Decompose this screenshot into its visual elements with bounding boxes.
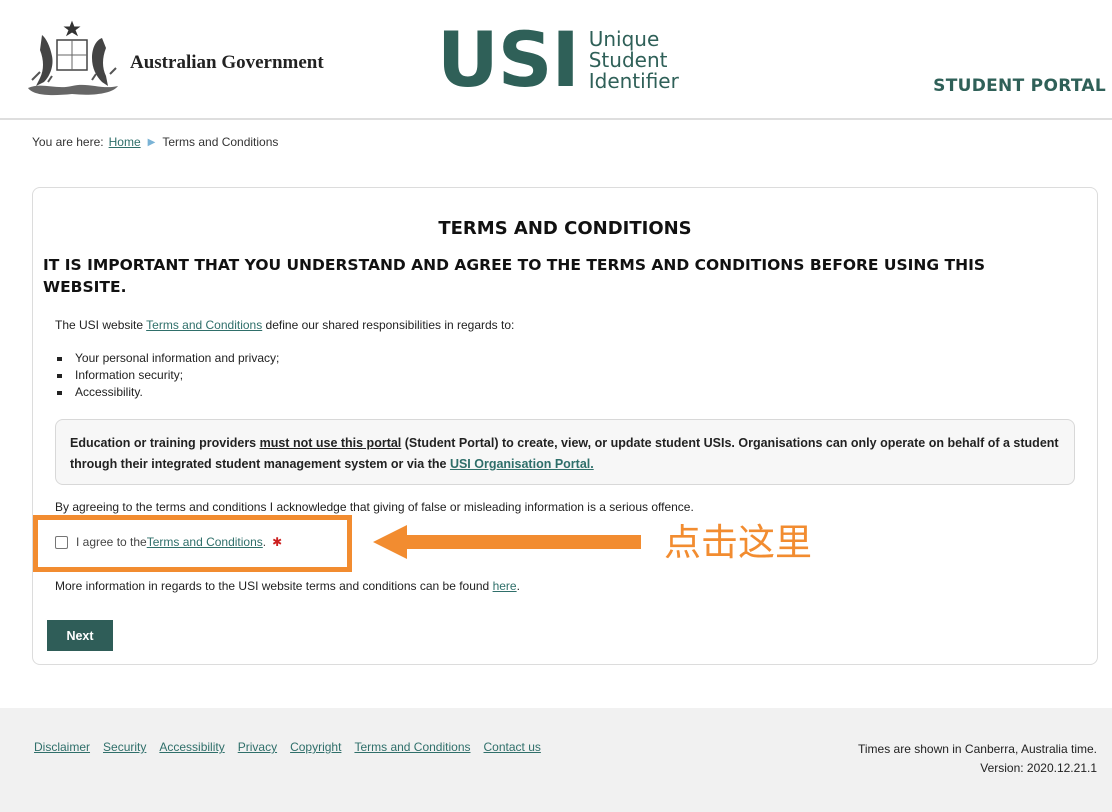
footer-link-accessibility[interactable]: Accessibility [159, 740, 224, 754]
usi-subtitle-line: Identifier [588, 68, 679, 93]
list-item: Accessibility. [55, 384, 279, 401]
chevron-right-icon: ▶ [147, 136, 156, 148]
intro-suffix: define our shared responsibilities in re… [262, 318, 515, 332]
usi-logo[interactable]: USI Unique Student Identifier [437, 22, 679, 98]
site-header: Australian Government USI Unique Student… [0, 0, 1112, 120]
responsibility-list: Your personal information and privacy; I… [55, 350, 279, 401]
annotation-label: 点击这里 [664, 521, 812, 564]
next-button[interactable]: Next [47, 620, 113, 651]
breadcrumb-prefix: You are here: [32, 135, 104, 149]
footer-link-security[interactable]: Security [103, 740, 146, 754]
usi-subtitle-line: Student [588, 47, 668, 72]
footer-link-disclaimer[interactable]: Disclaimer [34, 740, 90, 754]
time-note: Times are shown in Canberra, Australia t… [858, 742, 1097, 756]
government-name: Australian Government [130, 52, 324, 73]
list-item: Information security; [55, 367, 279, 384]
footer-info: Times are shown in Canberra, Australia t… [858, 740, 1097, 778]
usi-logo-subtitle: Unique Student Identifier [588, 26, 679, 93]
usi-logo-letters: USI [437, 15, 580, 104]
provider-notice: Education or training providers must not… [55, 419, 1075, 485]
site-footer: Disclaimer Security Accessibility Privac… [0, 708, 1112, 812]
breadcrumb-home-link[interactable]: Home [109, 135, 141, 149]
footer-link-terms[interactable]: Terms and Conditions [354, 740, 470, 754]
footer-link-copyright[interactable]: Copyright [290, 740, 341, 754]
more-info-prefix: More information in regards to the USI w… [55, 579, 493, 593]
more-info-text: More information in regards to the USI w… [55, 579, 520, 593]
breadcrumb: You are here: Home ▶ Terms and Condition… [32, 135, 278, 149]
notice-emphasis: must not use this portal [259, 436, 402, 450]
australian-government-logo[interactable]: Australian Government [22, 20, 324, 100]
usi-subtitle-line: Unique [588, 26, 660, 51]
more-info-link[interactable]: here [493, 579, 517, 593]
intro-text: The USI website Terms and Conditions def… [55, 318, 514, 332]
organisation-portal-link[interactable]: USI Organisation Portal. [450, 457, 594, 471]
footer-link-contact[interactable]: Contact us [484, 740, 541, 754]
left-arrow-icon [373, 525, 641, 559]
warning-heading: IT IS IMPORTANT THAT YOU UNDERSTAND AND … [43, 256, 986, 296]
footer-links: Disclaimer Security Accessibility Privac… [34, 740, 541, 754]
highlight-box [33, 515, 352, 572]
acknowledgement-text: By agreeing to the terms and conditions … [55, 500, 694, 514]
page-title: TERMS AND CONDITIONS [438, 218, 692, 239]
terms-link[interactable]: Terms and Conditions [146, 318, 262, 332]
coat-of-arms-icon [28, 20, 118, 96]
more-info-suffix: . [516, 579, 520, 593]
intro-prefix: The USI website [55, 318, 147, 332]
notice-prefix: Education or training providers [70, 436, 260, 450]
version-label: Version: 2020.12.21.1 [980, 761, 1097, 775]
portal-label: STUDENT PORTAL [933, 76, 1106, 96]
footer-link-privacy[interactable]: Privacy [238, 740, 277, 754]
breadcrumb-current: Terms and Conditions [162, 135, 279, 149]
terms-card: TERMS AND CONDITIONS IT IS IMPORTANT THA… [32, 187, 1098, 665]
list-item: Your personal information and privacy; [55, 350, 279, 367]
